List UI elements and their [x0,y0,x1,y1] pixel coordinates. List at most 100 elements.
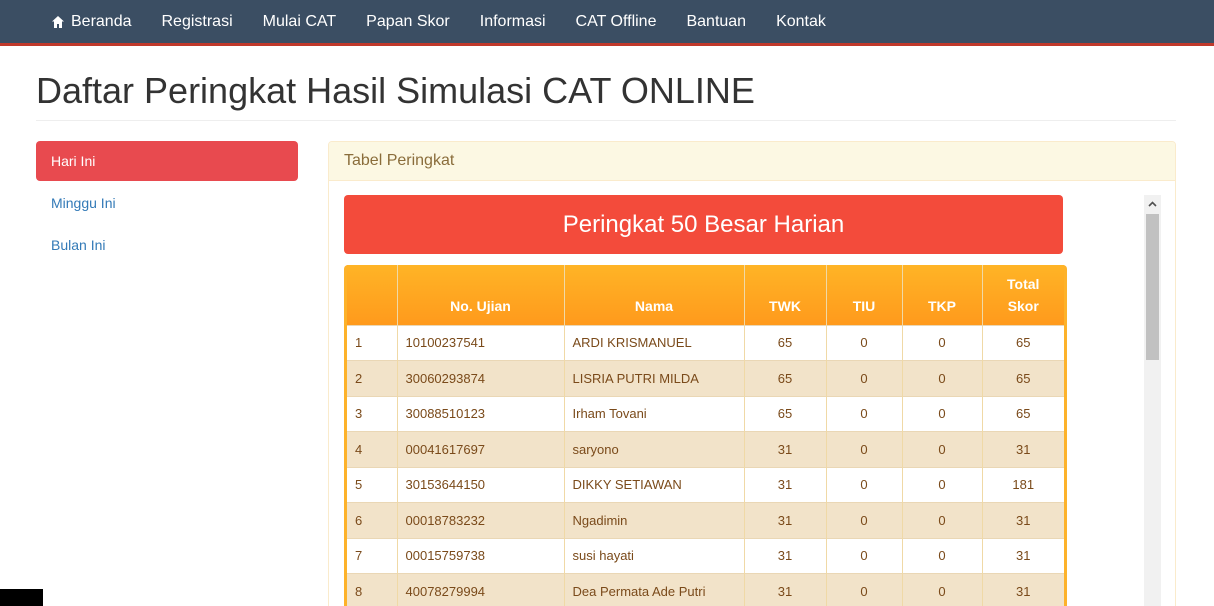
table-cell: 00018783232 [396,502,564,538]
header-twk: TWK [743,265,826,325]
table-cell: 8 [347,573,397,606]
nav-item-papan-skor[interactable]: Papan Skor [351,0,465,43]
header-tiu: TIU [825,265,902,325]
table-header-row: No. Ujian Nama TWK TIU TKP Total Skor [347,265,1064,325]
table-cell: 31 [743,502,826,538]
sidebar: Hari Ini Minggu Ini Bulan Ini [36,141,298,267]
panel-body[interactable]: Peringkat 50 Besar Harian No. Ujian Nama… [329,181,1175,606]
table-cell: 0 [901,324,982,361]
table-cell: 0 [901,431,982,467]
table-cell: 00041617697 [396,431,564,467]
table-row: 1 10100237541 ARDI KRISMANUEL 65 0 0 65 [347,324,1064,361]
table-cell: 6 [347,502,397,538]
table-body: 1 10100237541 ARDI KRISMANUEL 65 0 0 65 2 300602… [347,324,1064,606]
table-cell: 31 [743,573,826,606]
table-cell: 0 [901,537,982,574]
table-cell: 0 [825,324,902,361]
table-cell: 31 [981,537,1064,574]
table-cell: 30088510123 [396,395,564,432]
table-cell: 0 [825,537,902,574]
table-cell: 31 [743,431,826,467]
vertical-scrollbar[interactable] [1144,195,1161,606]
sidebar-item-bulan-ini[interactable]: Bulan Ini [36,225,298,265]
table-cell: 30153644150 [396,466,564,503]
ranking-panel: Tabel Peringkat Peringkat 50 Besar Haria… [328,141,1176,606]
table-cell: ARDI KRISMANUEL [563,324,744,361]
table-cell: 0 [825,431,902,467]
header-rank [347,265,397,325]
corner-overlay [0,589,43,606]
table-cell: 31 [743,537,826,574]
ranking-table: No. Ujian Nama TWK TIU TKP Total Skor 1 10… [347,265,1064,606]
table-row: 2 30060293874 LISRIA PUTRI MILDA 65 0 0 65 [347,360,1064,396]
table-cell: 3 [347,395,397,432]
nav-item-label: Beranda [71,13,132,30]
nav-item-kontak[interactable]: Kontak [761,0,841,43]
table-cell: 0 [825,502,902,538]
table-cell: 0 [901,360,982,396]
home-icon [51,15,65,29]
table-row: 6 00018783232 Ngadimin 31 0 0 31 [347,502,1064,538]
table-cell: 00015759738 [396,537,564,574]
header-no-ujian: No. Ujian [396,265,564,325]
table-cell: 65 [981,324,1064,361]
table-cell: 0 [901,395,982,432]
table-cell: 31 [743,466,826,503]
header-total-line1: Total [1007,275,1040,292]
table-cell: 65 [743,324,826,361]
table-cell: 0 [825,573,902,606]
nav-item-registrasi[interactable]: Registrasi [147,0,248,43]
sidebar-item-hari-ini[interactable]: Hari Ini [36,141,298,181]
table-row: 8 40078279994 Dea Permata Ade Putri 31 0 0 31 [347,573,1064,606]
table-row: 3 30088510123 Irham Tovani 65 0 0 65 [347,395,1064,432]
table-cell: 31 [981,431,1064,467]
table-cell: 181 [981,466,1064,503]
header-total-line2: Skor [1007,297,1039,314]
table-cell: 65 [981,360,1064,396]
nav-item-bantuan[interactable]: Bantuan [671,0,761,43]
table-cell: 5 [347,466,397,503]
table-cell: LISRIA PUTRI MILDA [563,360,744,396]
table-cell: 0 [901,466,982,503]
nav-menu: Beranda Registrasi Mulai CAT Papan Skor … [36,0,841,43]
table-row: 4 00041617697 saryono 31 0 0 31 [347,431,1064,467]
table-cell: 65 [743,360,826,396]
top-navbar: Beranda Registrasi Mulai CAT Papan Skor … [0,0,1214,46]
table-cell: 0 [825,360,902,396]
table-cell: 10100237541 [396,324,564,361]
nav-item-mulai-cat[interactable]: Mulai CAT [248,0,352,43]
table-row: 7 00015759738 susi hayati 31 0 0 31 [347,537,1064,574]
page-title: Daftar Peringkat Hasil Simulasi CAT ONLI… [36,70,755,111]
table-cell: 31 [981,502,1064,538]
ranking-banner: Peringkat 50 Besar Harian [344,195,1063,254]
header-tkp: TKP [901,265,982,325]
table-cell: 65 [981,395,1064,432]
table-cell: 7 [347,537,397,574]
table-cell: 0 [825,466,902,503]
header-nama: Nama [563,265,744,325]
nav-item-cat-offline[interactable]: CAT Offline [561,0,672,43]
table-cell: Dea Permata Ade Putri [563,573,744,606]
ranking-table-wrapper: No. Ujian Nama TWK TIU TKP Total Skor 1 10… [344,265,1067,606]
table-row: 5 30153644150 DIKKY SETIAWAN 31 0 0 181 [347,466,1064,503]
scroll-up-arrow-icon[interactable] [1144,195,1161,212]
table-cell: Irham Tovani [563,395,744,432]
header-total-skor: Total Skor [981,265,1064,325]
table-cell: 31 [981,573,1064,606]
table-cell: 1 [347,324,397,361]
table-cell: 65 [743,395,826,432]
title-divider [36,120,1176,121]
table-cell: 0 [901,573,982,606]
table-cell: 40078279994 [396,573,564,606]
panel-heading: Tabel Peringkat [329,142,1175,181]
nav-item-informasi[interactable]: Informasi [465,0,561,43]
table-cell: 30060293874 [396,360,564,396]
sidebar-item-minggu-ini[interactable]: Minggu Ini [36,183,298,223]
table-cell: Ngadimin [563,502,744,538]
table-cell: 0 [825,395,902,432]
nav-item-beranda[interactable]: Beranda [36,0,147,43]
scrollbar-thumb[interactable] [1146,214,1159,360]
table-cell: 0 [901,502,982,538]
table-cell: 4 [347,431,397,467]
table-cell: DIKKY SETIAWAN [563,466,744,503]
